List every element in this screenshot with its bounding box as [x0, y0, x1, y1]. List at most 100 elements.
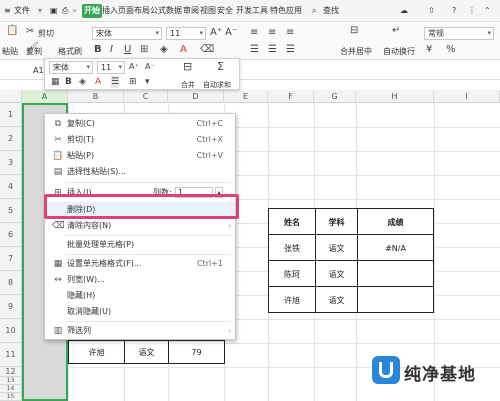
- menu-item-paste[interactable]: 📋 粘贴(P) Ctrl+V: [45, 148, 235, 164]
- mini-merge-button[interactable]: 合并: [181, 80, 195, 90]
- tab-security[interactable]: 安全: [217, 4, 233, 18]
- column-header-e[interactable]: E: [224, 90, 268, 103]
- paste-icon[interactable]: 📋: [6, 25, 18, 37]
- row-header-4[interactable]: 4: [0, 175, 22, 199]
- row-header-14[interactable]: 14: [0, 385, 22, 393]
- cloud-icon[interactable]: ☁: [400, 4, 408, 18]
- column-header-h[interactable]: H: [356, 90, 434, 103]
- font-grow-icon[interactable]: A⁺: [210, 27, 222, 39]
- currency-button[interactable]: ¥: [426, 44, 432, 56]
- table-cell[interactable]: 语文: [315, 234, 358, 261]
- collapse-ribbon-icon[interactable]: ⌃: [484, 4, 491, 18]
- menu-item-copy[interactable]: ⧉ 复制(C) Ctrl+C: [45, 116, 235, 132]
- row-header-2[interactable]: 2: [0, 127, 22, 151]
- row-header-5[interactable]: 5: [0, 199, 22, 223]
- file-menu[interactable]: 文件: [14, 4, 30, 18]
- column-header-a[interactable]: A: [22, 90, 68, 103]
- font-shrink-icon[interactable]: A⁻: [225, 27, 237, 39]
- mini-font-grow-icon[interactable]: A⁺: [129, 61, 139, 73]
- italic-button[interactable]: I: [110, 44, 113, 56]
- mini-merge-icon[interactable]: ⊟: [183, 61, 192, 73]
- menu-item-unhide[interactable]: 取消隐藏(U): [45, 304, 235, 320]
- mini-font-name-select[interactable]: 宋体: [49, 61, 93, 74]
- column-header-c[interactable]: C: [124, 90, 168, 103]
- share-icon[interactable]: ⇧: [428, 4, 435, 18]
- menu-item-column-width[interactable]: ↔ 列宽(W)...: [45, 272, 235, 288]
- copy-button[interactable]: 复制: [26, 46, 42, 57]
- table-cell[interactable]: 79: [168, 340, 225, 364]
- menu-item-format-cells[interactable]: ▦ 设置单元格格式(F)... Ctrl+1: [45, 256, 235, 272]
- menu-item-clear-contents[interactable]: ⌫ 清除内容(N) ›: [45, 218, 235, 234]
- mini-font-color-icon[interactable]: A: [95, 76, 101, 88]
- mini-font-size-select[interactable]: 11: [97, 61, 125, 74]
- row-header-7[interactable]: 7: [0, 247, 22, 271]
- merge-center-button[interactable]: 合并居中: [340, 46, 372, 57]
- help-icon[interactable]: ?: [452, 4, 456, 18]
- bold-button[interactable]: B: [94, 44, 102, 56]
- number-format-select[interactable]: 常规: [424, 27, 494, 40]
- search-icon[interactable]: ⌕: [312, 4, 316, 18]
- column-header-g[interactable]: G: [314, 90, 356, 103]
- mini-border-icon[interactable]: ⊞: [129, 76, 137, 88]
- row-header-6[interactable]: 6: [0, 223, 22, 247]
- font-name-select[interactable]: 宋体: [92, 27, 162, 40]
- tab-insert[interactable]: 插入: [102, 4, 118, 18]
- table-cell[interactable]: 张铁: [268, 234, 316, 261]
- mini-autosum-button[interactable]: 自动求和: [203, 80, 231, 90]
- format-painter-button[interactable]: 格式刷: [58, 46, 82, 57]
- tab-developer[interactable]: 开发工具: [236, 4, 268, 18]
- align-left-icon[interactable]: ☰: [250, 44, 259, 56]
- row-header-9[interactable]: 9: [0, 295, 22, 319]
- select-all-corner[interactable]: [0, 90, 22, 103]
- menu-item-paste-special[interactable]: ▤ 选择性粘贴(S)...: [45, 164, 235, 180]
- table-header-score[interactable]: 成绩: [357, 208, 434, 235]
- more-icon[interactable]: »: [72, 4, 77, 18]
- print-icon[interactable]: ⎙: [62, 4, 68, 18]
- save-icon[interactable]: ▣: [50, 4, 58, 18]
- column-header-d[interactable]: D: [168, 90, 224, 103]
- wrap-text-button[interactable]: 自动换行: [383, 46, 415, 57]
- table-cell[interactable]: 陈珂: [268, 260, 316, 287]
- menu-item-hide[interactable]: 隐藏(H): [45, 288, 235, 304]
- tab-data[interactable]: 数据: [166, 4, 182, 18]
- cut-icon[interactable]: ✂: [26, 26, 34, 38]
- tab-page-layout[interactable]: 页面布局: [118, 4, 150, 18]
- chevron-down-icon[interactable]: ▾: [38, 4, 42, 18]
- mini-format-painter-icon[interactable]: ▦: [51, 76, 60, 88]
- table-cell[interactable]: 语文: [315, 286, 358, 313]
- mini-fill-color-icon[interactable]: ◈: [79, 76, 86, 88]
- mini-fill-icon[interactable]: ▾: [145, 76, 150, 88]
- table-cell[interactable]: [357, 260, 434, 287]
- column-header-b[interactable]: B: [68, 90, 124, 103]
- menu-icon[interactable]: ≡: [4, 4, 11, 18]
- tab-home[interactable]: 开始: [82, 4, 102, 18]
- row-header-3[interactable]: 3: [0, 151, 22, 175]
- table-cell[interactable]: 许旭: [68, 340, 125, 364]
- row-header-8[interactable]: 8: [0, 271, 22, 295]
- align-right-icon[interactable]: ☰: [286, 44, 295, 56]
- table-cell[interactable]: 语文: [315, 260, 358, 287]
- more-options-icon[interactable]: ⋮: [468, 4, 476, 18]
- align-top-icon[interactable]: ≡: [250, 27, 258, 39]
- table-cell[interactable]: 许旭: [268, 286, 316, 313]
- wrap-text-icon[interactable]: ↵: [392, 25, 400, 37]
- font-color-icon[interactable]: A: [180, 44, 187, 56]
- autosum-icon[interactable]: Σ: [217, 61, 224, 73]
- table-cell[interactable]: #N/A: [357, 234, 434, 261]
- row-header-12[interactable]: 12: [0, 367, 22, 377]
- tab-formulas[interactable]: 公式: [150, 4, 166, 18]
- table-header-subject[interactable]: 学科: [315, 208, 358, 235]
- column-header-f[interactable]: F: [268, 90, 314, 103]
- cut-button[interactable]: 剪切: [38, 28, 54, 39]
- column-header-i[interactable]: I: [434, 90, 500, 103]
- menu-item-batch-process[interactable]: 批量处理单元格(P): [45, 237, 235, 253]
- tab-review[interactable]: 审阅: [183, 4, 199, 18]
- table-cell[interactable]: 语文: [124, 340, 169, 364]
- menu-item-cut[interactable]: ✂ 剪切(T) Ctrl+X: [45, 132, 235, 148]
- search-label[interactable]: 查找: [323, 4, 339, 18]
- table-cell[interactable]: [357, 286, 434, 313]
- tab-view[interactable]: 视图: [200, 4, 216, 18]
- align-bottom-icon[interactable]: ≡: [286, 27, 294, 39]
- underline-button[interactable]: U: [124, 44, 131, 56]
- mini-align-center-icon[interactable]: ☰: [111, 76, 120, 88]
